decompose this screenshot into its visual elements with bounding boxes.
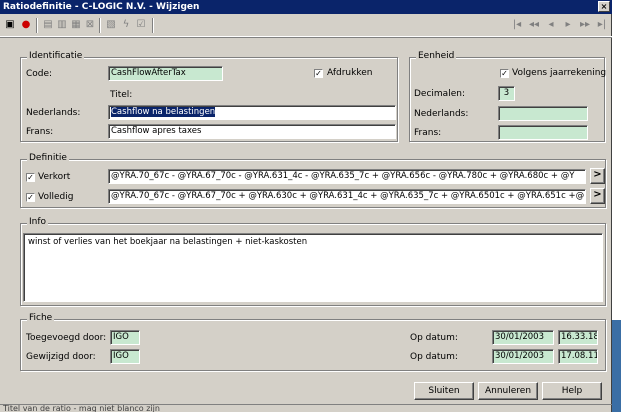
code-field[interactable]: CashFlowAfterTax [108, 66, 223, 81]
info-textarea[interactable]: winst of verlies van het boekjaar na bel… [23, 233, 603, 302]
eenheid-frans-field[interactable] [498, 125, 588, 140]
volledig-expand-button[interactable]: > [590, 188, 605, 204]
added-time-field: 16.33.18 [558, 330, 598, 345]
first-record-icon[interactable]: |◂ [510, 19, 524, 31]
afdrukken-checkbox[interactable]: ✓ [314, 69, 323, 78]
toolbar-separator [99, 18, 101, 33]
insert-row-icon[interactable]: ▤ [42, 19, 54, 31]
modified-time-field: 17.08.11 [558, 349, 598, 364]
toolbar: ▣ ● ▤ ▥ ▦ ⊠ ▧ ϟ ☑ |◂ ◂◂ ◂ ▸ ▸▸ ▸| [0, 15, 612, 37]
code-label: Code: [26, 69, 53, 79]
toolbar-separator [152, 18, 154, 33]
ratio-definition-window: Ratiodefinitie - C-LOGIC N.V. - Wijzigen… [0, 0, 612, 412]
op-datum-label-2: Op datum: [410, 352, 458, 362]
toegevoegd-door-label: Toegevoegd door: [26, 333, 107, 343]
info-text: winst of verlies van het boekjaar na bel… [28, 237, 308, 247]
eenheid-nederlands-label: Nederlands: [414, 109, 469, 119]
delete-row-icon[interactable]: ▦ [70, 19, 82, 31]
titel-nederlands-field[interactable]: Cashflow na belastingen [108, 105, 396, 120]
gewijzigd-door-label: Gewijzigd door: [26, 352, 96, 362]
bolt-icon[interactable]: ϟ [120, 19, 132, 31]
volledig-label: Volledig [38, 192, 74, 202]
volgens-jaarrekening-label: Volgens jaarrekening [512, 68, 607, 78]
toolbar-separator [36, 18, 38, 33]
definitie-legend: Definitie [27, 153, 69, 163]
titel-nederlands-label: Nederlands: [26, 108, 81, 118]
sluiten-button[interactable]: Sluiten [414, 382, 474, 400]
eenheid-legend: Eenheid [416, 51, 457, 61]
op-datum-label-1: Op datum: [410, 333, 458, 343]
titel-frans-label: Frans: [26, 127, 54, 137]
volledig-field[interactable]: @YRA.70_67c - @YRA.67_70c + @YRA.630c + … [108, 189, 586, 204]
titel-nederlands-value: Cashflow na belastingen [111, 107, 216, 117]
modified-date-field: 30/01/2003 [492, 349, 554, 364]
verkort-label: Verkort [38, 172, 71, 182]
info-legend: Info [27, 217, 49, 227]
verkort-expand-button[interactable]: > [590, 168, 605, 184]
verkort-checkbox[interactable]: ✓ [26, 173, 35, 182]
decimalen-label: Decimalen: [414, 89, 465, 99]
decimalen-field[interactable]: 3 [498, 86, 515, 101]
identificatie-legend: Identificatie [27, 51, 85, 61]
status-bar: Titel van de ratio - mag niet blanco zij… [0, 404, 612, 412]
prev-record-icon[interactable]: ◂ [544, 19, 558, 31]
stop-icon[interactable]: ● [20, 19, 32, 31]
close-button[interactable]: × [598, 1, 610, 12]
next-page-icon[interactable]: ▸▸ [578, 19, 592, 31]
volgens-jaarrekening-checkbox[interactable]: ✓ [500, 69, 509, 78]
last-record-icon[interactable]: ▸| [595, 19, 609, 31]
window-title: Ratiodefinitie - C-LOGIC N.V. - Wijzigen [3, 2, 200, 12]
next-record-icon[interactable]: ▸ [561, 19, 575, 31]
eenheid-frans-label: Frans: [414, 128, 442, 138]
edit-row-icon[interactable]: ▥ [56, 19, 68, 31]
check-icon[interactable]: ☑ [135, 19, 147, 31]
desktop-background [612, 320, 621, 412]
eenheid-nederlands-field[interactable] [498, 106, 588, 121]
added-date-field: 30/01/2003 [492, 330, 554, 345]
titel-label: Titel: [110, 90, 133, 100]
toegevoegd-door-field: IGO [110, 330, 140, 345]
titel-frans-field[interactable]: Cashflow apres taxes [108, 124, 396, 139]
verkort-field[interactable]: @YRA.70_67c - @YRA.67_70c - @YRA.631_4c … [108, 169, 586, 184]
print-icon[interactable]: ▧ [105, 19, 117, 31]
prev-page-icon[interactable]: ◂◂ [527, 19, 541, 31]
help-button[interactable]: Help [542, 382, 602, 400]
gewijzigd-door-field: IGO [110, 349, 140, 364]
annuleren-button[interactable]: Annuleren [478, 382, 538, 400]
edit-icon[interactable]: ▣ [4, 19, 16, 31]
title-bar: Ratiodefinitie - C-LOGIC N.V. - Wijzigen… [0, 0, 612, 14]
fiche-legend: Fiche [27, 313, 55, 323]
volledig-checkbox[interactable]: ✓ [26, 193, 35, 202]
cancel-row-icon[interactable]: ⊠ [84, 19, 96, 31]
afdrukken-label: Afdrukken [327, 68, 373, 78]
